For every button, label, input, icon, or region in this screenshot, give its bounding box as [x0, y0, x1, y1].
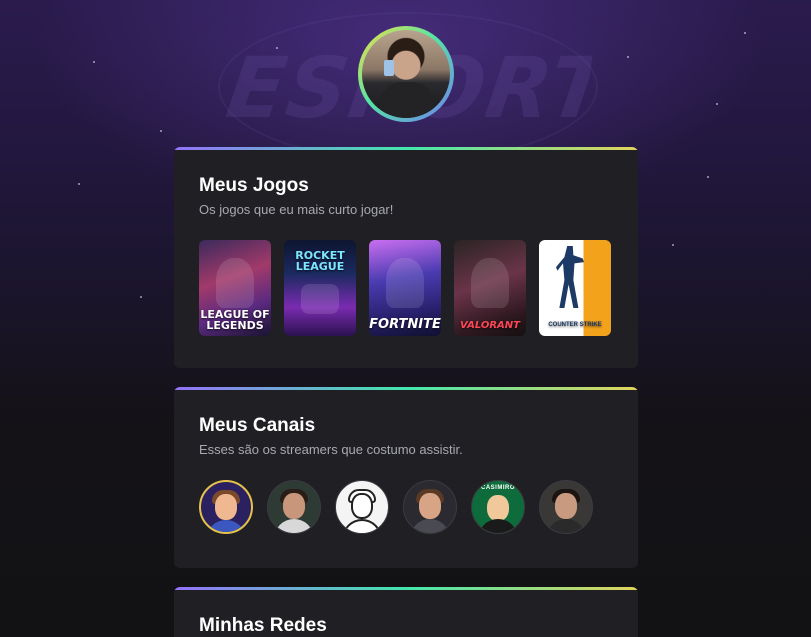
channel-avatar[interactable]	[335, 480, 389, 534]
channel-body	[478, 519, 518, 533]
channel-body	[206, 520, 246, 532]
channel-face	[555, 493, 577, 519]
games-subtitle: Os jogos que eu mais curto jogar!	[199, 202, 394, 217]
game-fortnite[interactable]: FORTNITE	[369, 240, 441, 336]
game-valorant[interactable]: VALORANT	[454, 240, 526, 336]
star	[716, 103, 718, 105]
networks-card: Minhas Redes	[174, 587, 638, 637]
star	[160, 130, 162, 132]
channel-face	[283, 493, 305, 519]
channel-avatar[interactable]	[267, 480, 321, 534]
channel-avatar[interactable]	[403, 480, 457, 534]
games-title: Meus Jogos	[199, 175, 309, 196]
game-cover-label: LEAGUE OF LEGENDS	[200, 308, 270, 332]
channel-face	[351, 493, 373, 519]
channel-body	[274, 519, 314, 533]
channel-body	[410, 519, 450, 533]
networks-title: Minhas Redes	[199, 615, 327, 636]
channels-card: Meus Canais Esses são os streamers que c…	[174, 387, 638, 568]
game-cover-art	[301, 284, 339, 314]
channels-title: Meus Canais	[199, 415, 316, 436]
channels-subtitle: Esses são os streamers que costumo assis…	[199, 442, 463, 457]
channel-face	[215, 494, 237, 520]
star	[672, 244, 674, 246]
game-cover-art	[386, 258, 424, 308]
game-league-of-legends[interactable]: LEAGUE OF LEGENDS	[199, 240, 271, 336]
game-cover-label: VALORANT	[460, 320, 520, 331]
star	[140, 296, 142, 298]
star	[78, 183, 80, 185]
star	[93, 61, 95, 63]
channel-badge-text: CASIMIRO	[481, 485, 515, 491]
channel-face	[419, 493, 441, 519]
avatar-body	[380, 82, 434, 118]
profile-photo	[362, 30, 450, 118]
game-cover-label: ROCKET LEAGUE	[295, 249, 345, 273]
star	[744, 32, 746, 34]
channel-avatar-casimiro[interactable]: CASIMIRO	[471, 480, 525, 534]
game-cover-art	[216, 258, 254, 308]
game-cover-art	[471, 258, 509, 308]
avatar-phone	[384, 60, 394, 76]
star	[707, 176, 709, 178]
channel-face	[487, 495, 509, 521]
game-counter-strike[interactable]: COUNTER STRIKE	[539, 240, 611, 336]
channels-list: CASIMIRO	[199, 480, 593, 534]
star	[627, 56, 629, 58]
games-card: Meus Jogos Os jogos que eu mais curto jo…	[174, 147, 638, 368]
counter-strike-logo-icon	[556, 246, 584, 308]
profile-avatar[interactable]	[358, 26, 454, 122]
game-rocket-league[interactable]: ROCKET LEAGUE	[284, 240, 356, 336]
star	[276, 47, 278, 49]
channel-avatar[interactable]	[539, 480, 593, 534]
games-list: LEAGUE OF LEGENDS ROCKET LEAGUE FORTNITE…	[199, 240, 611, 336]
game-cover-label: COUNTER STRIKE	[548, 322, 602, 328]
channel-body	[342, 519, 382, 533]
channel-avatar[interactable]	[199, 480, 253, 534]
channel-body	[546, 519, 586, 533]
game-cover-label: FORTNITE	[369, 317, 441, 332]
